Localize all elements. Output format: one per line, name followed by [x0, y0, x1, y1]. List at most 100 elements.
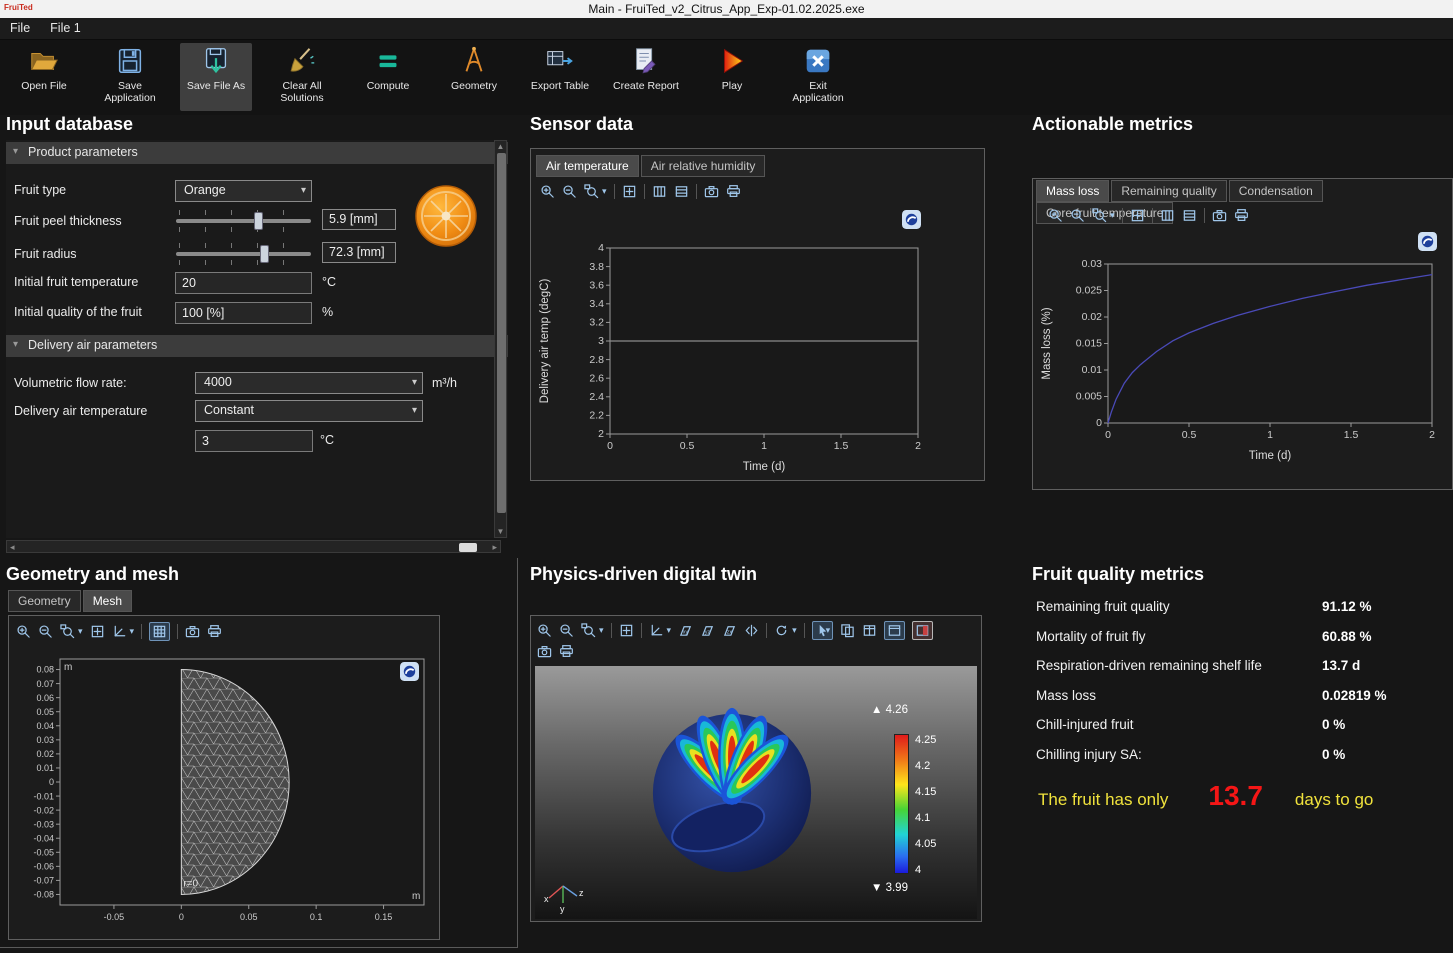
- zoom-box-icon[interactable]: [584, 184, 599, 199]
- flow-rate-dropdown[interactable]: 4000: [195, 372, 423, 394]
- chevron-down-icon[interactable]: ▾: [602, 186, 607, 197]
- scroll-up-arrow[interactable]: ▲: [495, 142, 506, 151]
- zoom-extents-icon[interactable]: [622, 184, 637, 199]
- evaluate-table-icon[interactable]: [862, 623, 877, 638]
- main-toolbar: Open FileSave ApplicationSave File AsCle…: [0, 40, 1453, 115]
- delivery-air-header[interactable]: Delivery air parameters: [6, 335, 508, 357]
- print-icon[interactable]: [726, 184, 741, 199]
- svg-text:x: x: [544, 894, 549, 904]
- flip-view-icon[interactable]: [744, 623, 759, 638]
- toolbar-compute-button[interactable]: Compute: [352, 43, 424, 111]
- print-icon[interactable]: [1234, 208, 1249, 223]
- zoom-box-icon[interactable]: [581, 623, 596, 638]
- go-to-view-icon[interactable]: [112, 624, 127, 639]
- metrics-tab-condensation[interactable]: Condensation: [1229, 180, 1323, 202]
- sensor-tab-air-temperature[interactable]: Air temperature: [536, 155, 639, 177]
- metric-row-chill-injured-fruit: Chill-injured fruit0 %: [1036, 710, 1450, 740]
- chevron-down-icon[interactable]: ▾: [792, 625, 797, 636]
- slider-thumb[interactable]: [254, 212, 263, 230]
- zoom-in-icon[interactable]: [537, 623, 552, 638]
- scene-light-button[interactable]: [884, 621, 905, 640]
- svg-text:0: 0: [1105, 429, 1111, 441]
- twin-plot-toolbar-row2: [537, 644, 574, 659]
- xy-view-icon[interactable]: xy: [678, 623, 693, 638]
- twin-3d-canvas[interactable]: ▲ 4.26 4.254.24.154.14.054 ▼ 3.99 x y z: [535, 666, 977, 919]
- metrics-tab-mass-loss[interactable]: Mass loss: [1036, 180, 1109, 202]
- colorbar-tick-label: 4.2: [915, 760, 930, 772]
- geometry-tab-geometry[interactable]: Geometry: [8, 590, 81, 612]
- go-to-view-icon[interactable]: [649, 623, 664, 638]
- zoom-extents-icon[interactable]: [90, 624, 105, 639]
- zx-view-icon[interactable]: zx: [722, 623, 737, 638]
- scrollbar-thumb[interactable]: [459, 543, 477, 552]
- x-grid-icon[interactable]: [674, 184, 689, 199]
- sensor-tab-air-relative-humidity[interactable]: Air relative humidity: [641, 155, 766, 177]
- peel-thickness-slider[interactable]: [175, 208, 312, 234]
- select-mode-button[interactable]: ▾: [812, 621, 834, 640]
- scroll-down-arrow[interactable]: ▼: [495, 527, 506, 536]
- show-grid-button[interactable]: [149, 622, 170, 641]
- toolbar-exit-application-button[interactable]: Exit Application: [782, 43, 854, 111]
- rotate-view-icon[interactable]: [774, 623, 789, 638]
- toolbar-save-application-button[interactable]: Save Application: [94, 43, 166, 111]
- snapshot-icon[interactable]: [704, 184, 719, 199]
- input-vertical-scrollbar[interactable]: ▲ ▼: [494, 140, 507, 538]
- metrics-tab-remaining-quality[interactable]: Remaining quality: [1111, 180, 1226, 202]
- product-parameters-header[interactable]: Product parameters: [6, 142, 508, 164]
- fruit-type-dropdown[interactable]: Orange: [175, 180, 312, 202]
- y-grid-icon[interactable]: [1160, 208, 1175, 223]
- zoom-out-icon[interactable]: [559, 623, 574, 638]
- yz-view-icon[interactable]: yz: [700, 623, 715, 638]
- snapshot-icon[interactable]: [537, 644, 552, 659]
- geometry-tab-mesh[interactable]: Mesh: [83, 590, 132, 612]
- snapshot-icon[interactable]: [1212, 208, 1227, 223]
- air-temp-value-input[interactable]: [195, 430, 313, 452]
- toolbar-create-report-button[interactable]: Create Report: [610, 43, 682, 111]
- slider-track[interactable]: [176, 252, 311, 256]
- zoom-extents-icon[interactable]: [1130, 208, 1145, 223]
- zoom-extents-icon[interactable]: [619, 623, 634, 638]
- air-temp-dropdown[interactable]: Constant: [195, 400, 423, 422]
- scroll-right-arrow[interactable]: ▸: [492, 542, 497, 553]
- zoom-in-icon[interactable]: [16, 624, 31, 639]
- toolbar-save-file-as-button[interactable]: Save File As: [180, 43, 252, 111]
- toolbar-export-table-button[interactable]: Export Table: [524, 43, 596, 111]
- zoom-in-icon[interactable]: [540, 184, 555, 199]
- initial-temp-input[interactable]: [175, 272, 312, 294]
- chevron-down-icon[interactable]: ▾: [599, 625, 604, 636]
- zoom-out-icon[interactable]: [1070, 208, 1085, 223]
- input-horizontal-scrollbar[interactable]: ◂ ▸: [6, 540, 501, 553]
- fruit-radius-slider[interactable]: [175, 241, 312, 267]
- zoom-in-icon[interactable]: [1048, 208, 1063, 223]
- scroll-left-arrow[interactable]: ◂: [10, 542, 15, 553]
- scrollbar-thumb[interactable]: [497, 153, 506, 513]
- toolbar-clear-all-solutions-button[interactable]: Clear All Solutions: [266, 43, 338, 111]
- chevron-down-icon[interactable]: ▾: [78, 626, 83, 637]
- zoom-box-icon[interactable]: [60, 624, 75, 639]
- chevron-down-icon[interactable]: ▾: [1110, 210, 1115, 221]
- slider-thumb[interactable]: [260, 245, 269, 263]
- input-database-panel: Product parameters Fruit type Orange Fru…: [6, 140, 508, 538]
- initial-quality-input[interactable]: [175, 302, 312, 324]
- zoom-out-icon[interactable]: [562, 184, 577, 199]
- zoom-box-icon[interactable]: [1092, 208, 1107, 223]
- transparency-button[interactable]: [912, 621, 933, 640]
- menu-item-file-1[interactable]: File 1: [40, 18, 91, 38]
- metric-row-chilling-injury-sa: Chilling injury SA:0 %: [1036, 740, 1450, 770]
- snapshot-icon[interactable]: [185, 624, 200, 639]
- zoom-out-icon[interactable]: [38, 624, 53, 639]
- y-grid-icon[interactable]: [652, 184, 667, 199]
- copy-icon[interactable]: [840, 623, 855, 638]
- toolbar-play-button[interactable]: Play: [696, 43, 768, 111]
- chevron-down-icon[interactable]: ▾: [130, 626, 135, 637]
- print-icon[interactable]: [559, 644, 574, 659]
- toolbar-geometry-button[interactable]: Geometry: [438, 43, 510, 111]
- x-grid-icon[interactable]: [1182, 208, 1197, 223]
- chevron-down-icon[interactable]: ▾: [667, 625, 672, 636]
- menu-item-file[interactable]: File: [0, 18, 40, 38]
- print-icon[interactable]: [207, 624, 222, 639]
- svg-text:0.06: 0.06: [36, 693, 54, 703]
- air-temp-label: Delivery air temperature: [14, 404, 147, 418]
- slider-track[interactable]: [176, 219, 311, 223]
- toolbar-open-file-button[interactable]: Open File: [8, 43, 80, 111]
